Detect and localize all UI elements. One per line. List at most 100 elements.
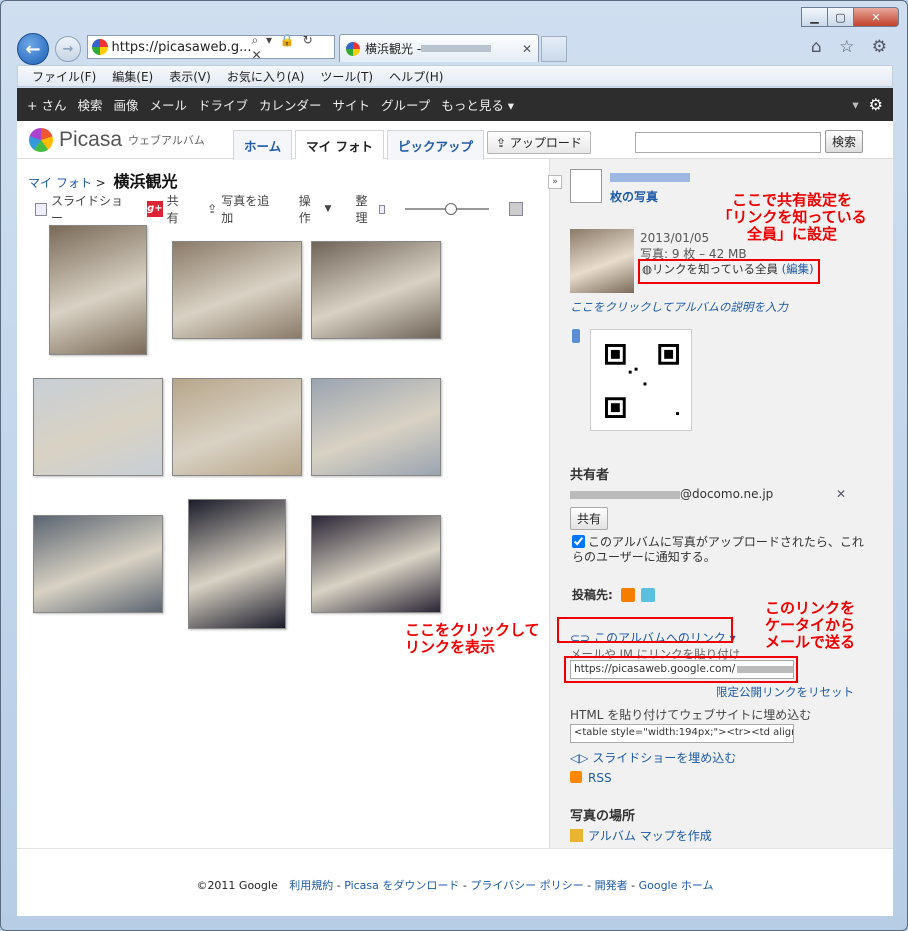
footer-download[interactable]: Picasa をダウンロード [344,879,459,892]
album-actions: スライドショー g+ 共有 ⇪ 写真を追加 操作 ▼ 整理 [35,192,537,226]
create-map-link[interactable]: アルバム マップを作成 [570,827,712,844]
chevron-down-icon: ▼ [324,204,332,214]
gbar-images[interactable]: 画像 [113,95,138,114]
remove-sharer-icon[interactable]: ✕ [836,487,846,501]
search-button[interactable]: 検索 [825,130,864,153]
gbar-user[interactable]: + さん [27,95,66,114]
owner-photos-link[interactable]: 枚の写真 [610,188,658,205]
embed-slideshow-link[interactable]: ◁▷ スライドショーを埋め込む [570,749,736,766]
crumb-my-photos[interactable]: マイ フォト [28,176,92,190]
gbar-more[interactable]: もっと見る ▾ [441,95,514,114]
photo-thumbnail[interactable] [311,378,441,476]
browser-tab[interactable]: 横浜観光 - ✕ [339,34,539,62]
operations-menu[interactable]: 操作 ▼ [299,192,332,226]
notify-checkbox[interactable] [572,535,585,548]
gbar-mail[interactable]: メール [149,95,187,114]
minimize-button[interactable]: ▁ [801,7,828,27]
site-favicon-icon [92,39,108,55]
photo-thumbnail[interactable] [311,515,441,613]
album-title: 横浜観光 [113,172,178,191]
logo-text: Picasa [59,128,123,151]
page-content: + さん 検索 画像 メール ドライブ カレンダー サイト グループ もっと見る… [17,88,893,916]
menu-help[interactable]: ヘルプ(H) [389,68,443,85]
upload-button[interactable]: ⇪ アップロード [487,131,591,154]
photo-thumbnail[interactable] [33,515,163,613]
window-caption-buttons: ▁ ▢ ✕ [801,7,899,27]
reset-private-link[interactable]: 限定公開リンクをリセット [716,684,854,700]
footer-google-home[interactable]: Google ホーム [639,879,714,892]
slideshow-icon [35,202,47,216]
upload-icon: ⇪ [496,136,510,150]
rss-link[interactable]: RSS [570,771,612,785]
album-description-link[interactable]: ここをクリックしてアルバムの説明を入力 [570,299,788,315]
operations-label: 操作 [298,194,311,225]
sharer-email: @docomo.ne.jp [570,487,773,501]
gbar-drive[interactable]: ドライブ [198,95,248,114]
rss-label: RSS [588,771,612,785]
photo-thumbnail[interactable] [33,378,163,476]
forward-button[interactable]: → [55,36,81,62]
share-button[interactable]: 共有 [570,507,609,530]
back-button[interactable]: ← [17,33,49,65]
search-input[interactable] [635,132,821,153]
gbar-account[interactable]: ▾ [852,97,858,112]
photo-thumbnail[interactable] [311,241,441,339]
tab-picks[interactable]: ピックアップ [387,130,485,160]
picasa-tabs: ホーム マイ フォト ピックアップ [233,130,487,160]
footer-privacy[interactable]: プライバシー ポリシー [470,879,583,892]
gbar-groups[interactable]: グループ [381,95,430,114]
footer-developers[interactable]: 開発者 [595,879,628,892]
gbar-calendar[interactable]: カレンダー [259,95,322,114]
collapse-panel-icon[interactable]: » [548,175,562,189]
embed-code-field[interactable]: <table style="width:194px;"><tr><td alig… [570,724,794,743]
picasa-logo[interactable]: Picasa ウェブアルバム [29,128,205,152]
tab-close-icon[interactable]: ✕ [522,42,532,56]
footer-terms[interactable]: 利用規約 [289,879,333,892]
size-slider[interactable] [405,203,490,215]
address-text: https://picasaweb.g... [111,39,252,55]
small-person-icon [378,204,386,214]
slideshow-button[interactable]: スライドショー [35,192,127,226]
picasa-header: Picasa ウェブアルバム ホーム マイ フォト ピックアップ ⇪ アップロー… [17,121,893,160]
menu-tools[interactable]: ツール(T) [320,68,373,85]
twitter-icon[interactable] [640,587,655,602]
tab-title-redacted [421,45,492,52]
avatar[interactable] [570,169,602,203]
photo-thumbnail[interactable] [172,378,302,476]
address-bar[interactable]: https://picasaweb.g... ⌕ ▾ 🔒 ↻ ✕ [87,33,335,62]
tab-home[interactable]: ホーム [233,130,293,160]
add-photos-label: 写真を追加 [221,194,270,225]
photo-thumbnail[interactable] [188,499,286,629]
post-to-label: 投稿先: [572,588,613,602]
photo-thumbnail[interactable] [172,241,302,339]
notify-label: このアルバムに写真がアップロードされたら、これらのユーザーに通知する。 [572,535,864,564]
annotation-send-phone: このリンクを ケータイから メールで送る [764,599,855,651]
tab-favicon-icon [346,41,360,56]
photo-thumbnail[interactable] [49,225,147,355]
create-map-label: アルバム マップを作成 [588,829,712,843]
blogger-icon[interactable] [620,587,635,602]
album-cover-thumbnail[interactable] [570,229,634,293]
share-action-button[interactable]: g+ 共有 [147,192,187,226]
menu-favorites[interactable]: お気に入り(A) [227,68,305,85]
browser-tool-icons[interactable]: ⌂ ☆ ⚙ [811,37,893,57]
large-person-icon [509,202,527,216]
menu-view[interactable]: 表示(V) [169,68,211,85]
add-photos-button[interactable]: ⇪ 写真を追加 [207,192,275,226]
gear-icon[interactable]: ⚙ [869,95,883,114]
gbar-sites[interactable]: サイト [333,95,371,114]
menu-edit[interactable]: 編集(E) [112,68,153,85]
gbar-search[interactable]: 検索 [77,95,102,114]
picasa-flower-icon [29,128,53,152]
page-footer: ©2011 Google 利用規約 - Picasa をダウンロード - プライ… [17,848,893,916]
new-tab-button[interactable] [541,36,567,62]
close-window-button[interactable]: ✕ [853,7,899,27]
menu-file[interactable]: ファイル(F) [32,68,96,85]
address-tools[interactable]: ⌕ ▾ 🔒 ↻ ✕ [251,33,334,62]
crumb-separator: > [91,176,110,190]
tab-my-photos[interactable]: マイ フォト [295,130,384,159]
share-label: 共有 [166,194,179,225]
map-icon [570,829,583,842]
sharer-domain: @docomo.ne.jp [680,487,774,501]
maximize-button[interactable]: ▢ [827,7,854,27]
